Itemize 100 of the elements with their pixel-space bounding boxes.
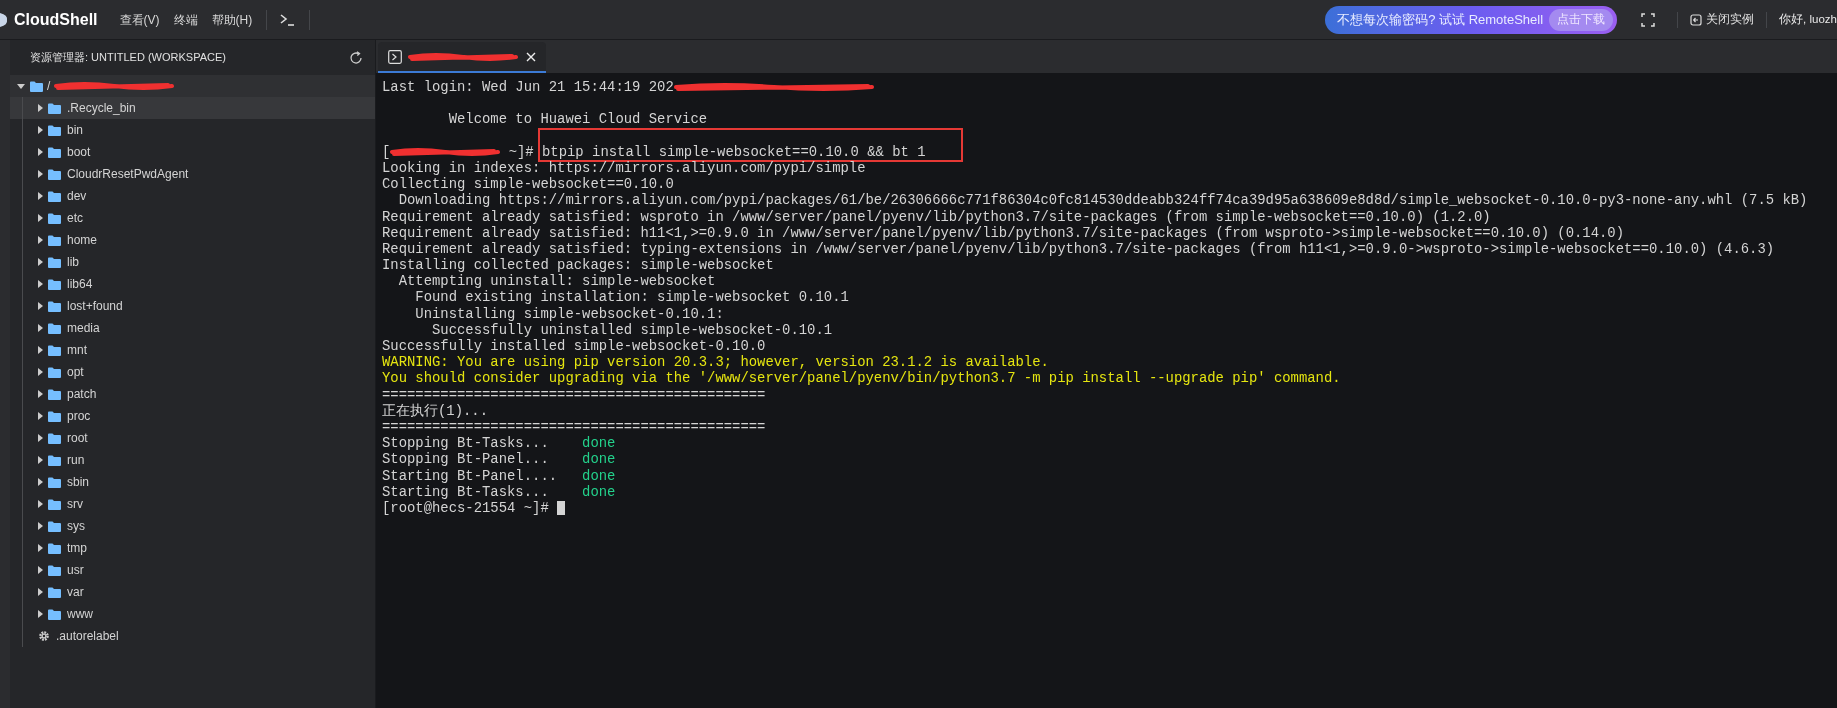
- expand-caret-icon[interactable]: [36, 125, 44, 135]
- expand-caret-icon[interactable]: [36, 279, 44, 289]
- tree-item[interactable]: lib64: [10, 273, 375, 295]
- status-text: done: [582, 435, 616, 452]
- expand-caret-icon[interactable]: [36, 323, 44, 333]
- expand-caret-icon[interactable]: [36, 169, 44, 179]
- terminal-tab[interactable]: [378, 42, 546, 73]
- user-greeting: 你好, luozh: [1779, 11, 1837, 27]
- expand-caret-icon[interactable]: [36, 433, 44, 443]
- tree-item[interactable]: etc: [10, 207, 375, 229]
- command-line: btpip install simple-websocket==0.10.0 && bt 1: [542, 143, 926, 160]
- folder-icon: [48, 520, 61, 532]
- expand-caret-icon[interactable]: [36, 543, 44, 553]
- tree-item[interactable]: sbin: [10, 471, 375, 493]
- tree-item[interactable]: tmp: [10, 537, 375, 559]
- expand-caret-icon[interactable]: [36, 565, 44, 575]
- folder-icon: [48, 124, 61, 136]
- terminal-line: Last login: Wed Jun 21 15:44:19 202: [382, 79, 674, 96]
- tree-item[interactable]: lost+found: [10, 295, 375, 317]
- tree-item[interactable]: root: [10, 427, 375, 449]
- expand-caret-icon[interactable]: [36, 103, 44, 113]
- tree-item[interactable]: mnt: [10, 339, 375, 361]
- expand-caret-icon[interactable]: [36, 587, 44, 597]
- terminal-line: Successfully uninstalled simple-websocket-0.10.1: [431, 321, 834, 338]
- folder-icon: [48, 278, 61, 290]
- terminal-line: Found existing installation: simple-websocket 0.10.1: [414, 289, 850, 306]
- folder-icon: [48, 388, 61, 400]
- refresh-icon[interactable]: [349, 50, 363, 65]
- tree-item[interactable]: srv: [10, 493, 375, 515]
- app-title: CloudShell: [14, 9, 98, 30]
- tree-item[interactable]: patch: [10, 383, 375, 405]
- expand-caret-icon[interactable]: [36, 521, 44, 531]
- tree-item[interactable]: bin: [10, 119, 375, 141]
- warning-line: You should consider upgrading via the '/www/server/panel/pyenv/bin/python3.7 -m pip install --upgrade pip' command.: [382, 370, 1342, 387]
- terminal-line: Requirement already satisfied: h11<1,>=0.9.0 in /www/server/panel/pyenv/lib/python3.7/site-packages (from wsproto->simple-websocket==0.10.0) (0.14.0): [382, 224, 1626, 241]
- tree-item[interactable]: boot: [10, 141, 375, 163]
- terminal-line: Downloading https://mirrors.aliyun.com/pypi/packages/61/be/26306666c771f86304c0fc814530ddeabb324ff74ca39d95a638609e8d8d/simple_websocket-0.10.0-py3-none-any.whl (7.5 kB): [397, 192, 1809, 209]
- folder-icon: [48, 366, 61, 378]
- menu-item[interactable]: 帮助(H): [211, 10, 253, 29]
- folder-icon: [48, 190, 61, 202]
- warning-line: WARNING: You are using pip version 20.3.3; however, version 23.1.2 is available.: [382, 354, 1050, 371]
- expand-caret-icon[interactable]: [36, 389, 44, 399]
- status-text: done: [582, 483, 616, 500]
- expand-caret-icon[interactable]: [36, 455, 44, 465]
- terminal-line: Attempting uninstall: simple-websocket: [397, 273, 717, 290]
- expand-caret-icon[interactable]: [16, 81, 26, 91]
- tree-item[interactable]: proc: [10, 405, 375, 427]
- menu-item[interactable]: 终端: [173, 10, 198, 29]
- status-text: done: [582, 467, 616, 484]
- folder-icon: [48, 432, 61, 444]
- terminal-line: Starting Bt-Tasks...: [382, 483, 550, 500]
- logo-icon: [0, 10, 8, 29]
- folder-icon: [48, 300, 61, 312]
- terminal-line: Requirement already satisfied: wsproto in /www/server/panel/pyenv/lib/python3.7/site-packages (from simple-websocket==0.10.0) (1.2.0): [382, 208, 1492, 225]
- tree-item[interactable]: .autorelabel: [10, 625, 375, 647]
- terminal-line: Starting Bt-Panel....: [382, 467, 559, 484]
- folder-icon: [48, 146, 61, 158]
- tree-item[interactable]: sys: [10, 515, 375, 537]
- terminal-line: ==============================================: [382, 386, 767, 403]
- terminal-line: Successfully installed simple-websocket-0.10.0: [382, 338, 767, 355]
- tree-item-label[interactable]: /: [47, 77, 51, 95]
- tree-item[interactable]: usr: [10, 559, 375, 581]
- tree-item[interactable]: opt: [10, 361, 375, 383]
- close-icon[interactable]: [526, 51, 536, 62]
- menu-item[interactable]: 查看(V): [119, 10, 160, 29]
- tree-item[interactable]: dev: [10, 185, 375, 207]
- sidebar-title: 资源管理器: UNTITLED (WORKSPACE): [30, 50, 226, 66]
- exit-icon: [1690, 13, 1703, 26]
- terminal-line: Collecting simple-websocket==0.10.0: [382, 176, 675, 193]
- expand-caret-icon[interactable]: [36, 477, 44, 487]
- expand-caret-icon[interactable]: [36, 411, 44, 421]
- terminal-line: Stopping Bt-Tasks...: [382, 435, 550, 452]
- expand-caret-icon[interactable]: [36, 191, 44, 201]
- expand-caret-icon[interactable]: [36, 257, 44, 267]
- status-text: done: [582, 451, 616, 468]
- tree-item[interactable]: .Recycle_bin: [10, 97, 375, 119]
- tree-item[interactable]: run: [10, 449, 375, 471]
- tree-item[interactable]: var: [10, 581, 375, 603]
- shell-prompt: ~]#: [507, 143, 535, 160]
- expand-caret-icon[interactable]: [36, 345, 44, 355]
- expand-caret-icon[interactable]: [36, 609, 44, 619]
- tree-item[interactable]: CloudrResetPwdAgent: [10, 163, 375, 185]
- folder-icon: [48, 322, 61, 334]
- folder-icon: [48, 542, 61, 554]
- folder-icon: [48, 476, 61, 488]
- close-instance-button[interactable]: 关闭实例: [1690, 10, 1755, 29]
- tree-item[interactable]: media: [10, 317, 375, 339]
- expand-caret-icon[interactable]: [36, 301, 44, 311]
- expand-caret-icon[interactable]: [36, 499, 44, 509]
- tree-item[interactable]: home: [10, 229, 375, 251]
- terminal-line: Looking in indexes: https://mirrors.aliyun.com/pypi/simple: [382, 159, 867, 177]
- expand-caret-icon[interactable]: [36, 367, 44, 377]
- expand-caret-icon[interactable]: [36, 235, 44, 245]
- fullscreen-icon[interactable]: [1641, 12, 1656, 27]
- tree-item[interactable]: lib: [10, 251, 375, 273]
- folder-icon: [48, 102, 61, 114]
- folder-icon: [48, 608, 61, 620]
- expand-caret-icon[interactable]: [36, 213, 44, 223]
- expand-caret-icon[interactable]: [36, 147, 44, 157]
- tree-item[interactable]: www: [10, 603, 375, 625]
